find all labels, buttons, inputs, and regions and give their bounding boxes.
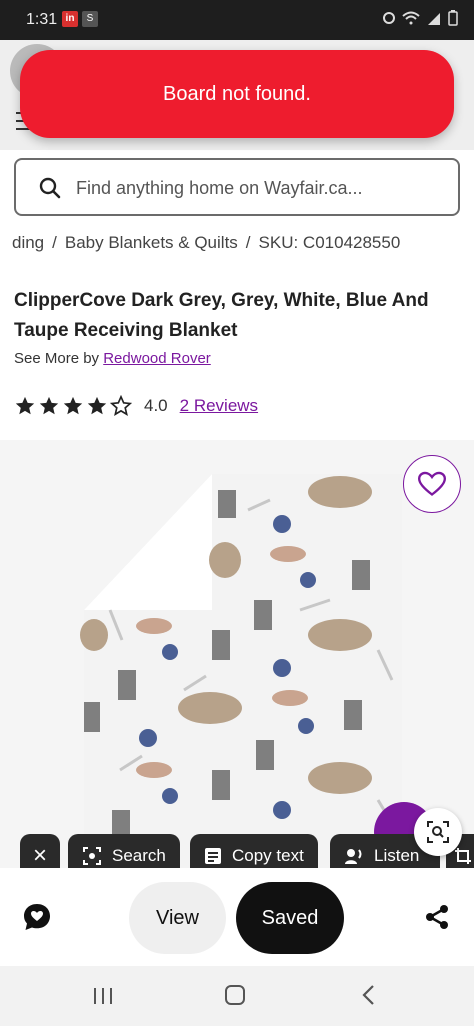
search-icon	[39, 177, 61, 199]
see-more-prefix: See More by	[14, 350, 100, 367]
close-icon: ×	[32, 842, 47, 869]
star-icon	[87, 396, 107, 415]
lens-search-label: Search	[112, 846, 166, 865]
breadcrumb-separator: /	[245, 233, 251, 252]
breadcrumb-item[interactable]: ding	[12, 233, 44, 253]
copy-icon	[205, 848, 221, 864]
listen-label: Listen	[374, 846, 420, 865]
brand-link[interactable]: Redwood Rover	[103, 350, 211, 367]
lens-search-icon	[427, 821, 449, 843]
recent-apps-icon[interactable]	[92, 986, 114, 1006]
star-outline-icon	[110, 395, 132, 416]
see-more-by: See More by Redwood Rover	[14, 350, 211, 367]
breadcrumb-separator: /	[52, 233, 57, 252]
rating-row: 4.0 2 Reviews	[14, 395, 258, 417]
copy-text-label: Copy text	[232, 846, 304, 865]
status-time: 1:31	[26, 11, 58, 28]
chat-icon[interactable]	[22, 902, 52, 932]
reviews-link[interactable]: 2 Reviews	[180, 396, 258, 416]
breadcrumb: ding / Baby Blankets & Quilts / SKU: C01…	[12, 233, 400, 253]
star-icon	[63, 396, 83, 415]
signal-icon	[428, 13, 440, 25]
rating-value: 4.0	[144, 396, 168, 415]
lens-fab-button[interactable]	[414, 808, 462, 856]
favorite-button[interactable]	[403, 455, 461, 513]
lens-icon	[83, 847, 101, 865]
search-placeholder: Find anything home on Wayfair.ca...	[76, 178, 363, 198]
heart-icon	[418, 471, 446, 496]
status-bar: 1:31 in S	[0, 0, 474, 40]
star-icon	[15, 396, 35, 415]
back-icon[interactable]	[360, 984, 376, 1006]
system-nav-bar	[0, 966, 474, 1026]
breadcrumb-sku: SKU: C010428550	[258, 233, 401, 252]
mute-icon	[383, 12, 395, 24]
wifi-icon	[402, 11, 420, 25]
breadcrumb-item[interactable]: Baby Blankets & Quilts	[65, 233, 238, 253]
app-notification-icon: S	[82, 11, 98, 27]
view-button[interactable]: View	[129, 882, 226, 954]
status-icons	[382, 10, 458, 26]
product-title: ClipperCove Dark Grey, Grey, White, Blue…	[14, 290, 429, 341]
crop-icon	[455, 848, 471, 864]
star-icon	[39, 396, 59, 415]
share-icon[interactable]	[424, 904, 450, 930]
home-icon[interactable]	[225, 985, 245, 1005]
battery-icon	[448, 10, 458, 26]
board-not-found-toast: Board not found.	[20, 50, 454, 138]
linkedin-notification-icon: in	[62, 11, 78, 27]
saved-button[interactable]: Saved	[236, 882, 344, 954]
search-input[interactable]: Find anything home on Wayfair.ca...	[14, 158, 460, 216]
pin-action-bar: View Saved	[0, 868, 474, 966]
listen-icon	[345, 849, 362, 864]
